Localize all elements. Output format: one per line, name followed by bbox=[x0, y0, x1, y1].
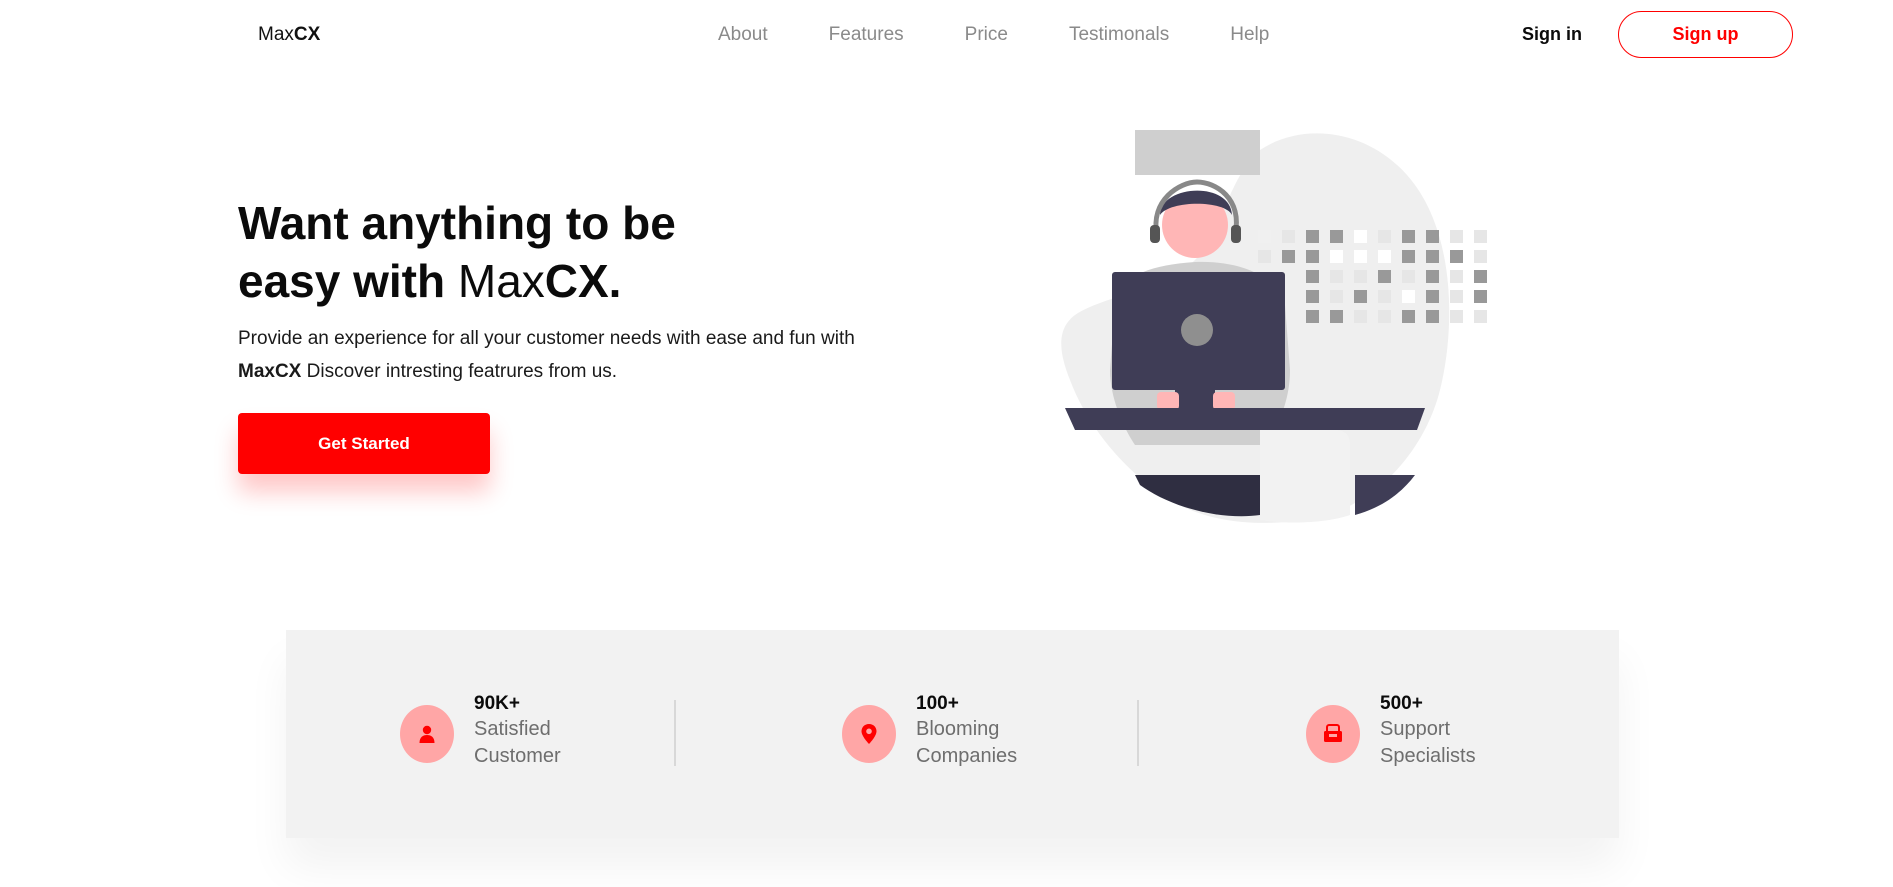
sign-in-link[interactable]: Sign in bbox=[1522, 24, 1582, 45]
person-hand-right bbox=[1213, 392, 1235, 410]
nav-testimonials[interactable]: Testimonals bbox=[1069, 24, 1169, 46]
hero-desc-line1: Provide an experience for all your custo… bbox=[238, 328, 855, 349]
stat-customers: 90K+ Satisfied Customer bbox=[400, 690, 594, 770]
hero-title-brand-bold: CX. bbox=[544, 255, 622, 307]
stats-divider bbox=[1137, 700, 1139, 766]
stat-companies: 100+ Blooming Companies bbox=[842, 690, 1036, 770]
nav-price[interactable]: Price bbox=[965, 24, 1008, 46]
stat-label: Support Specialists bbox=[1380, 718, 1476, 767]
logo-prefix: Max bbox=[258, 24, 294, 45]
headset-ear-right bbox=[1231, 225, 1241, 243]
hero-title-line1: Want anything to be bbox=[238, 197, 676, 249]
logo-bold: CX bbox=[293, 24, 321, 45]
stat-text-companies: 100+ Blooming Companies bbox=[916, 690, 1036, 770]
logo[interactable]: MaxCX bbox=[258, 24, 320, 46]
stats-divider bbox=[674, 700, 676, 766]
hero-description: Provide an experience for all your custo… bbox=[238, 322, 918, 388]
stat-text-specialists: 500+ Support Specialists bbox=[1380, 690, 1500, 770]
laptop-logo bbox=[1181, 314, 1213, 346]
stat-text-customers: 90K+ Satisfied Customer bbox=[474, 690, 594, 770]
hero-desc-rest: Discover intresting featrures from us. bbox=[301, 361, 618, 382]
stat-value: 100+ bbox=[916, 693, 959, 714]
laptop-stand bbox=[1175, 388, 1215, 410]
get-started-button[interactable]: Get Started bbox=[238, 413, 490, 474]
nav-features[interactable]: Features bbox=[829, 24, 904, 46]
location-pin-icon bbox=[842, 705, 896, 763]
desk-right-panel bbox=[1355, 475, 1415, 515]
desk-top bbox=[1065, 408, 1425, 430]
main-nav: About Features Price Testimonals Help bbox=[718, 24, 1330, 46]
hero-desc-brand: MaxCX bbox=[238, 361, 302, 382]
user-icon bbox=[400, 705, 454, 763]
stat-label: Satisfied Customer bbox=[474, 718, 561, 767]
hero-illustration bbox=[1061, 130, 1487, 523]
sign-up-button[interactable]: Sign up bbox=[1618, 11, 1793, 58]
desk-lower bbox=[1135, 475, 1260, 517]
stat-specialists: 500+ Support Specialists bbox=[1306, 690, 1500, 770]
hero-title-line2-prefix: easy with bbox=[238, 255, 458, 307]
stats-panel: 90K+ Satisfied Customer 100+ Blooming Co… bbox=[286, 630, 1619, 838]
nav-about[interactable]: About bbox=[718, 24, 768, 46]
stat-value: 500+ bbox=[1380, 693, 1423, 714]
stat-value: 90K+ bbox=[474, 693, 520, 714]
hero-title: Want anything to be easy with MaxCX. bbox=[238, 194, 798, 310]
headset-ear-left bbox=[1150, 225, 1160, 243]
nav-help[interactable]: Help bbox=[1230, 24, 1269, 46]
person-legs bbox=[1135, 130, 1260, 175]
hero-title-brand-light: Max bbox=[457, 255, 545, 307]
stat-label: Blooming Companies bbox=[916, 718, 1018, 767]
chair bbox=[1260, 430, 1350, 523]
support-box-icon bbox=[1306, 705, 1360, 763]
person-hand-left bbox=[1157, 392, 1179, 410]
